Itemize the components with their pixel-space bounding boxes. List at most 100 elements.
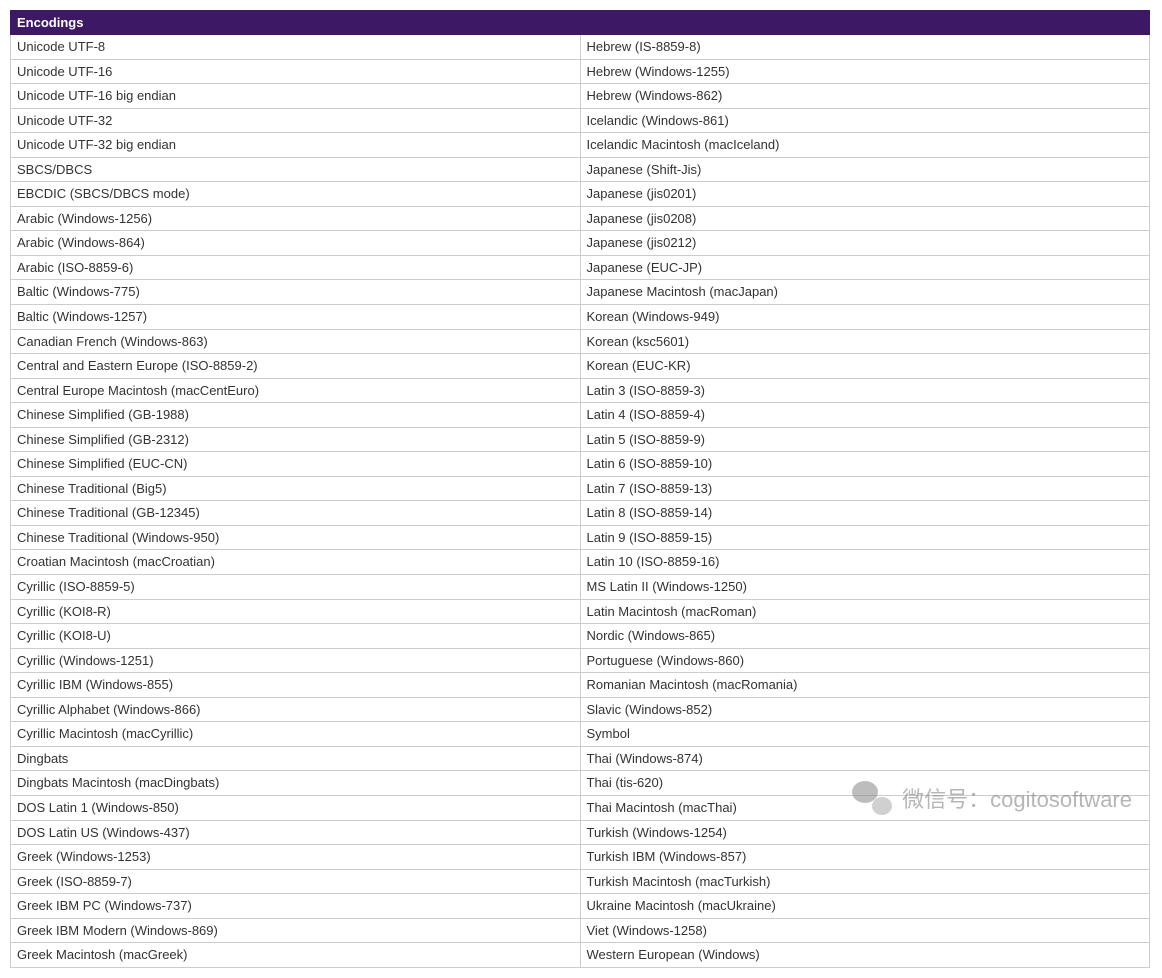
encoding-cell-left: Dingbats Macintosh (macDingbats) <box>11 771 581 796</box>
encoding-cell-left: Arabic (Windows-864) <box>11 231 581 256</box>
encoding-cell-right: Latin 5 (ISO-8859-9) <box>580 427 1150 452</box>
table-row: DingbatsThai (Windows-874) <box>11 746 1150 771</box>
encoding-cell-left: Baltic (Windows-775) <box>11 280 581 305</box>
table-row: Greek (ISO-8859-7)Turkish Macintosh (mac… <box>11 869 1150 894</box>
encoding-cell-left: Cyrillic (KOI8-U) <box>11 624 581 649</box>
table-header: Encodings <box>11 11 1150 35</box>
encoding-cell-right: Latin 6 (ISO-8859-10) <box>580 452 1150 477</box>
encoding-cell-right: Japanese (jis0212) <box>580 231 1150 256</box>
table-row: Cyrillic (KOI8-U)Nordic (Windows-865) <box>11 624 1150 649</box>
table-row: Arabic (Windows-864)Japanese (jis0212) <box>11 231 1150 256</box>
table-row: EBCDIC (SBCS/DBCS mode)Japanese (jis0201… <box>11 182 1150 207</box>
table-row: Croatian Macintosh (macCroatian)Latin 10… <box>11 550 1150 575</box>
encoding-cell-right: Western European (Windows) <box>580 943 1150 968</box>
table-row: Arabic (ISO-8859-6)Japanese (EUC-JP) <box>11 255 1150 280</box>
encoding-cell-left: Greek (ISO-8859-7) <box>11 869 581 894</box>
table-row: Cyrillic Macintosh (macCyrillic)Symbol <box>11 722 1150 747</box>
encoding-cell-right: Ukraine Macintosh (macUkraine) <box>580 894 1150 919</box>
table-row: Cyrillic IBM (Windows-855)Romanian Macin… <box>11 673 1150 698</box>
encoding-cell-right: Icelandic (Windows-861) <box>580 108 1150 133</box>
encoding-cell-right: Korean (EUC-KR) <box>580 354 1150 379</box>
encoding-cell-left: Greek IBM Modern (Windows-869) <box>11 918 581 943</box>
encoding-cell-left: Central and Eastern Europe (ISO-8859-2) <box>11 354 581 379</box>
encoding-cell-left: Greek Macintosh (macGreek) <box>11 943 581 968</box>
encoding-cell-left: Arabic (Windows-1256) <box>11 206 581 231</box>
encoding-cell-right: Latin Macintosh (macRoman) <box>580 599 1150 624</box>
encoding-cell-right: Turkish Macintosh (macTurkish) <box>580 869 1150 894</box>
encoding-cell-right: Thai (tis-620) <box>580 771 1150 796</box>
encoding-cell-left: SBCS/DBCS <box>11 157 581 182</box>
encoding-cell-right: Viet (Windows-1258) <box>580 918 1150 943</box>
table-row: Chinese Simplified (GB-1988)Latin 4 (ISO… <box>11 403 1150 428</box>
table-row: Canadian French (Windows-863)Korean (ksc… <box>11 329 1150 354</box>
encoding-cell-left: Cyrillic (Windows-1251) <box>11 648 581 673</box>
encoding-cell-right: Korean (Windows-949) <box>580 305 1150 330</box>
table-row: Arabic (Windows-1256)Japanese (jis0208) <box>11 206 1150 231</box>
encoding-cell-right: Slavic (Windows-852) <box>580 697 1150 722</box>
encoding-cell-right: Japanese Macintosh (macJapan) <box>580 280 1150 305</box>
table-row: Cyrillic (ISO-8859-5)MS Latin II (Window… <box>11 575 1150 600</box>
encoding-cell-right: Hebrew (Windows-1255) <box>580 59 1150 84</box>
table-row: SBCS/DBCSJapanese (Shift-Jis) <box>11 157 1150 182</box>
encoding-cell-left: Unicode UTF-8 <box>11 35 581 60</box>
table-row: Unicode UTF-8Hebrew (IS-8859-8) <box>11 35 1150 60</box>
encoding-cell-left: Chinese Traditional (Windows-950) <box>11 525 581 550</box>
encodings-table: Encodings Unicode UTF-8Hebrew (IS-8859-8… <box>10 10 1150 968</box>
encoding-cell-right: Portuguese (Windows-860) <box>580 648 1150 673</box>
encoding-cell-left: Cyrillic Macintosh (macCyrillic) <box>11 722 581 747</box>
encoding-cell-left: Central Europe Macintosh (macCentEuro) <box>11 378 581 403</box>
encoding-cell-right: Japanese (Shift-Jis) <box>580 157 1150 182</box>
encoding-cell-left: Baltic (Windows-1257) <box>11 305 581 330</box>
encoding-cell-left: DOS Latin US (Windows-437) <box>11 820 581 845</box>
table-row: Greek Macintosh (macGreek)Western Europe… <box>11 943 1150 968</box>
table-body: Unicode UTF-8Hebrew (IS-8859-8)Unicode U… <box>11 35 1150 968</box>
table-row: Central and Eastern Europe (ISO-8859-2)K… <box>11 354 1150 379</box>
table-row: DOS Latin 1 (Windows-850)Thai Macintosh … <box>11 795 1150 820</box>
encoding-cell-right: Hebrew (Windows-862) <box>580 84 1150 109</box>
encoding-cell-left: Chinese Traditional (Big5) <box>11 476 581 501</box>
table-row: DOS Latin US (Windows-437)Turkish (Windo… <box>11 820 1150 845</box>
table-row: Chinese Simplified (EUC-CN)Latin 6 (ISO-… <box>11 452 1150 477</box>
table-row: Unicode UTF-16 big endianHebrew (Windows… <box>11 84 1150 109</box>
encoding-cell-right: Japanese (jis0208) <box>580 206 1150 231</box>
table-row: Baltic (Windows-1257)Korean (Windows-949… <box>11 305 1150 330</box>
encoding-cell-right: Latin 10 (ISO-8859-16) <box>580 550 1150 575</box>
encoding-cell-right: Japanese (EUC-JP) <box>580 255 1150 280</box>
table-row: Dingbats Macintosh (macDingbats)Thai (ti… <box>11 771 1150 796</box>
encoding-cell-left: Cyrillic IBM (Windows-855) <box>11 673 581 698</box>
table-row: Unicode UTF-32 big endianIcelandic Macin… <box>11 133 1150 158</box>
encoding-cell-right: Romanian Macintosh (macRomania) <box>580 673 1150 698</box>
table-row: Chinese Traditional (GB-12345)Latin 8 (I… <box>11 501 1150 526</box>
encoding-cell-right: Thai Macintosh (macThai) <box>580 795 1150 820</box>
table-row: Greek (Windows-1253)Turkish IBM (Windows… <box>11 845 1150 870</box>
encoding-cell-left: Cyrillic Alphabet (Windows-866) <box>11 697 581 722</box>
encoding-cell-right: Korean (ksc5601) <box>580 329 1150 354</box>
encoding-cell-right: Latin 7 (ISO-8859-13) <box>580 476 1150 501</box>
encoding-cell-left: Greek IBM PC (Windows-737) <box>11 894 581 919</box>
encoding-cell-right: Latin 3 (ISO-8859-3) <box>580 378 1150 403</box>
encoding-cell-left: Chinese Simplified (GB-1988) <box>11 403 581 428</box>
encoding-cell-right: Latin 8 (ISO-8859-14) <box>580 501 1150 526</box>
table-row: Chinese Traditional (Windows-950)Latin 9… <box>11 525 1150 550</box>
encoding-cell-left: Chinese Traditional (GB-12345) <box>11 501 581 526</box>
encoding-cell-left: Canadian French (Windows-863) <box>11 329 581 354</box>
table-row: Cyrillic (KOI8-R)Latin Macintosh (macRom… <box>11 599 1150 624</box>
table-row: Unicode UTF-32Icelandic (Windows-861) <box>11 108 1150 133</box>
encoding-cell-left: EBCDIC (SBCS/DBCS mode) <box>11 182 581 207</box>
encoding-cell-left: Unicode UTF-16 <box>11 59 581 84</box>
table-row: Central Europe Macintosh (macCentEuro)La… <box>11 378 1150 403</box>
encoding-cell-left: Chinese Simplified (GB-2312) <box>11 427 581 452</box>
encoding-cell-left: Cyrillic (KOI8-R) <box>11 599 581 624</box>
encoding-cell-left: Unicode UTF-32 big endian <box>11 133 581 158</box>
table-row: Cyrillic Alphabet (Windows-866)Slavic (W… <box>11 697 1150 722</box>
encoding-cell-right: Nordic (Windows-865) <box>580 624 1150 649</box>
table-row: Chinese Simplified (GB-2312)Latin 5 (ISO… <box>11 427 1150 452</box>
encoding-cell-left: Chinese Simplified (EUC-CN) <box>11 452 581 477</box>
encoding-cell-left: Unicode UTF-16 big endian <box>11 84 581 109</box>
encoding-cell-right: Japanese (jis0201) <box>580 182 1150 207</box>
encoding-cell-right: Symbol <box>580 722 1150 747</box>
table-row: Cyrillic (Windows-1251)Portuguese (Windo… <box>11 648 1150 673</box>
encoding-cell-left: Unicode UTF-32 <box>11 108 581 133</box>
encoding-cell-left: Greek (Windows-1253) <box>11 845 581 870</box>
encoding-cell-right: Latin 4 (ISO-8859-4) <box>580 403 1150 428</box>
